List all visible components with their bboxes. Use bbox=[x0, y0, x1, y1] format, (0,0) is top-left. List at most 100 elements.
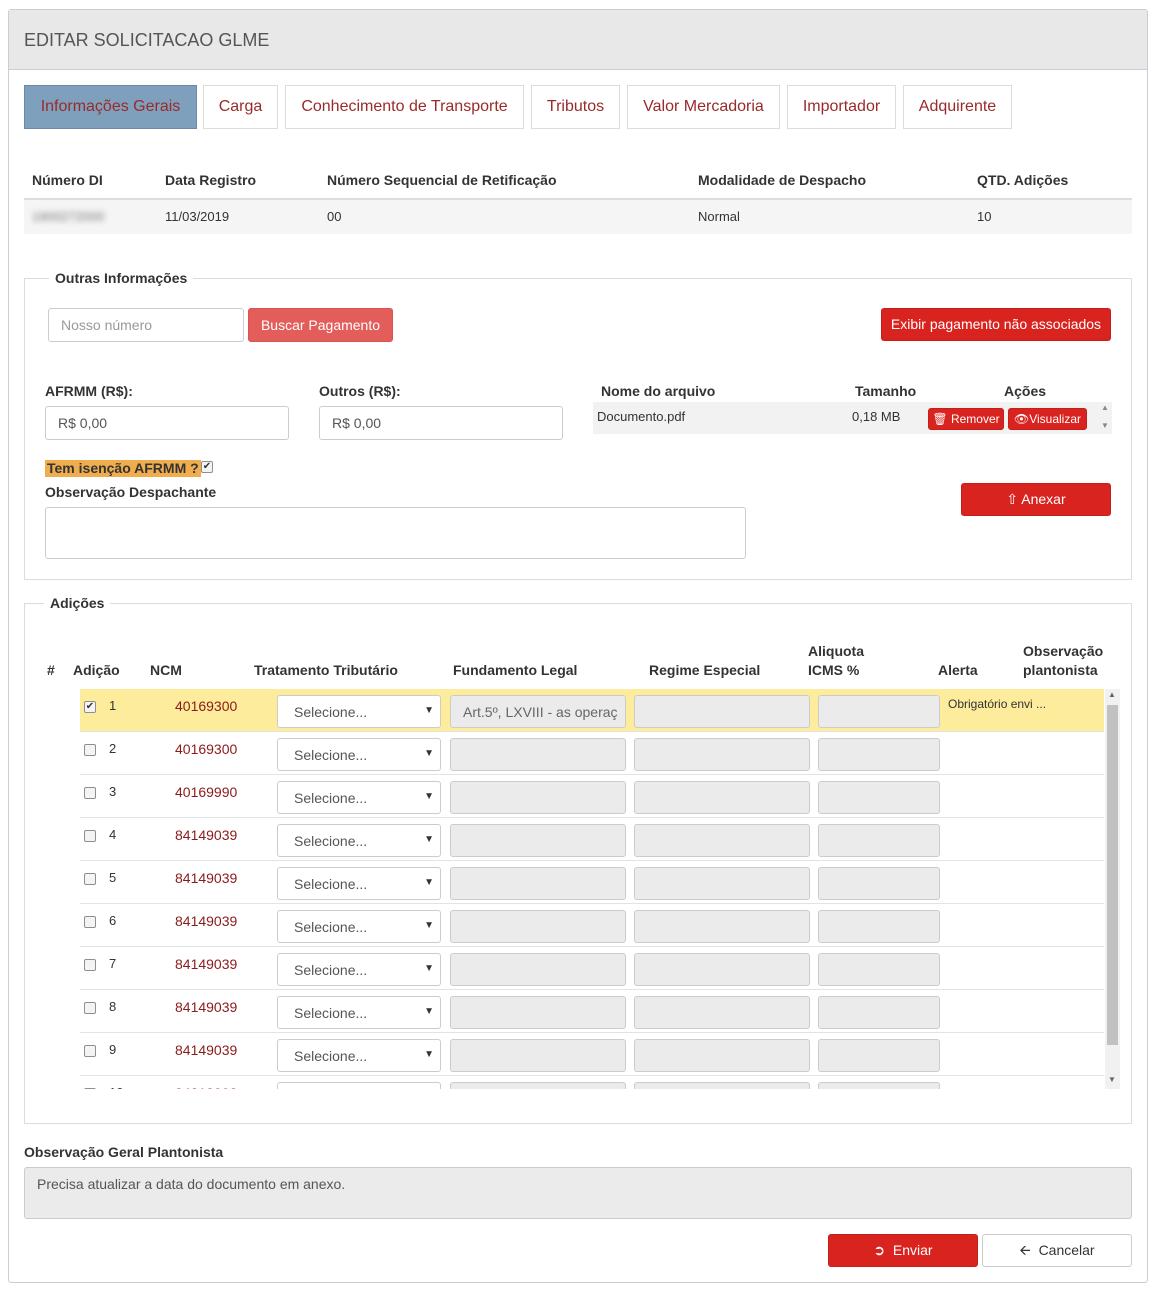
upload-icon: ⇧ bbox=[1006, 491, 1019, 507]
fundamento-field[interactable] bbox=[450, 824, 626, 857]
remover-file-button[interactable]: 🗑 Remover bbox=[928, 408, 1004, 430]
aliquota-field[interactable] bbox=[818, 867, 940, 900]
fundamento-field[interactable]: Art.5º, LXVIII - as operaç bbox=[450, 695, 626, 728]
tab-tributos[interactable]: Tributos bbox=[531, 85, 620, 129]
cancelar-button[interactable]: 🡨 Cancelar bbox=[982, 1234, 1132, 1267]
aliquota-field[interactable] bbox=[818, 996, 940, 1029]
aliquota-field[interactable] bbox=[818, 1082, 940, 1089]
regime-field[interactable] bbox=[634, 1039, 810, 1072]
table-row[interactable]: 5 84149039 Selecione... ▼ bbox=[80, 861, 1104, 904]
tab-carga[interactable]: Carga bbox=[203, 85, 278, 129]
tratamento-select[interactable]: Selecione...▼ bbox=[277, 867, 441, 900]
aliquota-field[interactable] bbox=[818, 781, 940, 814]
regime-field[interactable] bbox=[634, 910, 810, 943]
regime-field[interactable] bbox=[634, 867, 810, 900]
row-checkbox[interactable] bbox=[84, 830, 96, 842]
regime-field[interactable] bbox=[634, 1082, 810, 1089]
scroll-down-icon[interactable]: ▼ bbox=[1108, 1075, 1116, 1084]
eye-icon: 👁 bbox=[1013, 412, 1030, 426]
visualizar-file-button[interactable]: 👁Visualizar bbox=[1008, 408, 1087, 430]
aliquota-field[interactable] bbox=[818, 824, 940, 857]
aliquota-field[interactable] bbox=[818, 695, 940, 728]
tratamento-select[interactable]: Selecione...▼ bbox=[277, 738, 441, 771]
scroll-up-icon[interactable]: ▲ bbox=[1101, 403, 1109, 412]
adicoes-scroll-thumb[interactable] bbox=[1107, 705, 1118, 1045]
aliquota-field[interactable] bbox=[818, 953, 940, 986]
table-row[interactable]: 7 84149039 Selecione... ▼ bbox=[80, 947, 1104, 990]
exibir-pagamento-button[interactable]: Exibir pagamento não associados bbox=[881, 308, 1111, 341]
tab-importador[interactable]: Importador bbox=[787, 85, 896, 129]
outros-label: Outros (R$): bbox=[319, 383, 401, 399]
sign-out-icon: ➲ bbox=[873, 1242, 886, 1258]
row-adicao: 5 bbox=[109, 870, 117, 885]
col-hash: # bbox=[47, 662, 55, 678]
regime-field[interactable] bbox=[634, 695, 810, 728]
fundamento-field[interactable] bbox=[450, 781, 626, 814]
enviar-button[interactable]: ➲ Enviar bbox=[828, 1234, 978, 1267]
regime-field[interactable] bbox=[634, 781, 810, 814]
isencao-checkbox[interactable]: ✔ bbox=[201, 461, 213, 473]
aliquota-field[interactable] bbox=[818, 1039, 940, 1072]
obs-despachante-textarea[interactable] bbox=[45, 507, 746, 559]
isencao-label: Tem isenção AFRMM ? bbox=[45, 460, 201, 477]
col-aliquota: Aliquota ICMS % bbox=[808, 642, 864, 680]
row-ncm: 84149039 bbox=[175, 913, 238, 929]
row-adicao: 1 bbox=[109, 698, 117, 713]
aliquota-field[interactable] bbox=[818, 910, 940, 943]
row-checkbox[interactable]: ✔ bbox=[84, 701, 96, 713]
table-row[interactable]: 3 40169990 Selecione... ▼ bbox=[80, 775, 1104, 818]
tab-valor-mercadoria[interactable]: Valor Mercadoria bbox=[627, 85, 780, 129]
scroll-up-icon[interactable]: ▲ bbox=[1108, 690, 1116, 699]
table-row[interactable]: ✔ 1 40169300 Selecione... ▼ Art.5º, LXVIII - … bbox=[80, 689, 1104, 732]
tab-conhecimento-transporte[interactable]: Conhecimento de Transporte bbox=[285, 85, 524, 129]
tratamento-select[interactable]: Selecione...▼ bbox=[277, 781, 441, 814]
row-checkbox[interactable] bbox=[84, 744, 96, 756]
tratamento-select[interactable]: Selecione...▼ bbox=[277, 910, 441, 943]
row-checkbox[interactable] bbox=[84, 787, 96, 799]
row-checkbox[interactable] bbox=[84, 959, 96, 971]
aliquota-field[interactable] bbox=[818, 738, 940, 771]
row-checkbox[interactable] bbox=[84, 1088, 96, 1089]
tratamento-select[interactable]: Selecione...▼ bbox=[277, 1082, 441, 1089]
caret-down-icon: ▼ bbox=[424, 963, 434, 974]
table-row[interactable]: 6 84149039 Selecione... ▼ bbox=[80, 904, 1104, 947]
caret-down-icon: ▼ bbox=[424, 791, 434, 802]
file-list-scrollbar[interactable]: ▲ ▼ bbox=[1098, 402, 1112, 434]
outros-input[interactable]: R$ 0,00 bbox=[319, 406, 563, 440]
row-checkbox[interactable] bbox=[84, 1002, 96, 1014]
row-checkbox[interactable] bbox=[84, 1045, 96, 1057]
row-adicao: 9 bbox=[109, 1042, 117, 1057]
adicoes-scrollbar[interactable]: ▲ ▼ bbox=[1105, 689, 1120, 1089]
tratamento-select[interactable]: Selecione...▼ bbox=[277, 953, 441, 986]
tratamento-select[interactable]: Selecione...▼ bbox=[277, 1039, 441, 1072]
fundamento-field[interactable] bbox=[450, 953, 626, 986]
fundamento-field[interactable] bbox=[450, 996, 626, 1029]
fundamento-field[interactable] bbox=[450, 738, 626, 771]
afrmm-input[interactable]: R$ 0,00 bbox=[45, 406, 289, 440]
buscar-pagamento-button[interactable]: Buscar Pagamento bbox=[248, 308, 393, 342]
fundamento-field[interactable] bbox=[450, 1039, 626, 1072]
regime-field[interactable] bbox=[634, 824, 810, 857]
obs-geral-textarea[interactable]: Precisa atualizar a data do documento em… bbox=[24, 1167, 1132, 1219]
tab-adquirente[interactable]: Adquirente bbox=[903, 85, 1012, 129]
regime-field[interactable] bbox=[634, 953, 810, 986]
table-row[interactable]: 10 84818092 Selecione...▼ bbox=[80, 1076, 1104, 1089]
fundamento-field[interactable] bbox=[450, 867, 626, 900]
table-row[interactable]: 8 84149039 Selecione... ▼ bbox=[80, 990, 1104, 1033]
fundamento-field[interactable] bbox=[450, 910, 626, 943]
fundamento-field[interactable] bbox=[450, 1082, 626, 1089]
nosso-numero-input[interactable]: Nosso número bbox=[48, 308, 244, 342]
table-row[interactable]: 2 40169300 Selecione... ▼ bbox=[80, 732, 1104, 775]
regime-field[interactable] bbox=[634, 738, 810, 771]
tab-informacoes-gerais[interactable]: Informações Gerais bbox=[24, 85, 197, 129]
tratamento-select[interactable]: Selecione...▼ bbox=[277, 695, 441, 728]
anexar-button[interactable]: ⇧ Anexar bbox=[961, 483, 1111, 516]
table-row[interactable]: 9 84149039 Selecione... ▼ bbox=[80, 1033, 1104, 1076]
regime-field[interactable] bbox=[634, 996, 810, 1029]
table-row[interactable]: 4 84149039 Selecione... ▼ bbox=[80, 818, 1104, 861]
row-checkbox[interactable] bbox=[84, 873, 96, 885]
row-checkbox[interactable] bbox=[84, 916, 96, 928]
tratamento-select[interactable]: Selecione...▼ bbox=[277, 824, 441, 857]
tratamento-select[interactable]: Selecione...▼ bbox=[277, 996, 441, 1029]
scroll-down-icon[interactable]: ▼ bbox=[1101, 421, 1109, 430]
